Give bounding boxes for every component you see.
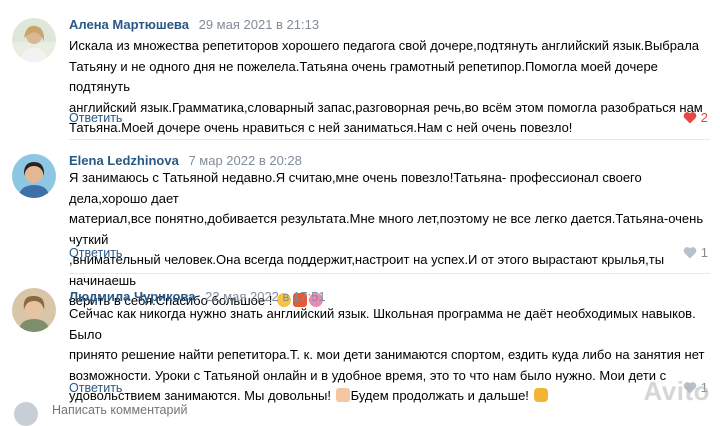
reply-button[interactable]: Ответить [69, 246, 122, 260]
heart-icon [683, 112, 697, 124]
comment-date[interactable]: 7 мар 2022 в 20:28 [188, 153, 301, 168]
avatar[interactable] [12, 154, 56, 198]
reply-button[interactable]: Ответить [69, 381, 122, 395]
comment-compose [0, 398, 720, 426]
reply-button[interactable]: Ответить [69, 111, 122, 125]
like-count: 1 [700, 245, 708, 260]
author-name[interactable]: Elena Ledzhinova [69, 153, 179, 168]
comment-header: Elena Ledzhinova 7 мар 2022 в 20:28 [69, 153, 302, 168]
comment-text-line: материал,все понятно,добивается результа… [69, 211, 704, 247]
like-count: 2 [700, 110, 708, 125]
comment-text: Сейчас как никогда нужно знать английски… [69, 304, 714, 407]
comment-date[interactable]: 29 мая 2021 в 21:13 [199, 17, 319, 32]
author-name[interactable]: Людмила Чурикова [69, 289, 195, 304]
comment-text: Искала из множества репетиторов хорошего… [69, 36, 714, 139]
comment-text-line: Искала из множества репетиторов хорошего… [69, 38, 700, 53]
comment-input[interactable] [52, 403, 352, 417]
like-button[interactable]: 1 [683, 245, 708, 260]
avatar[interactable] [12, 18, 56, 62]
author-name[interactable]: Алена Мартюшева [69, 17, 189, 32]
comment-text-line: Я занимаюсь с Татьяной недавно.Я считаю,… [69, 170, 642, 206]
avatar[interactable] [12, 288, 56, 332]
comment-date[interactable]: 22 мая 2022 в 17:51 [205, 289, 325, 304]
comment-text-line: ,внимательный человек.Она всегда поддерж… [69, 252, 665, 288]
comment-text-line: принято решение найти репетитора.Т. к. м… [69, 347, 705, 362]
like-button[interactable]: 2 [683, 110, 708, 125]
divider [69, 139, 710, 140]
comment-text-line: английский язык.Грамматика,словарный зап… [69, 99, 703, 115]
current-user-avatar [14, 402, 38, 426]
comment-header: Людмила Чурикова 22 мая 2022 в 17:51 [69, 289, 326, 304]
heart-icon [683, 247, 697, 259]
comment-text-line: Татьяна.Моей дочере очень нравиться с не… [69, 120, 573, 135]
comment-text-line: Сейчас как никогда нужно знать английски… [69, 306, 696, 342]
divider [69, 273, 710, 274]
comment-header: Алена Мартюшева 29 мая 2021 в 21:13 [69, 17, 319, 32]
comment-text-line: возможности. Уроки с Татьяной онлайн и в… [69, 367, 667, 383]
comment-text-line: Татьяну и не одного дня не пожелела.Тать… [69, 58, 658, 95]
